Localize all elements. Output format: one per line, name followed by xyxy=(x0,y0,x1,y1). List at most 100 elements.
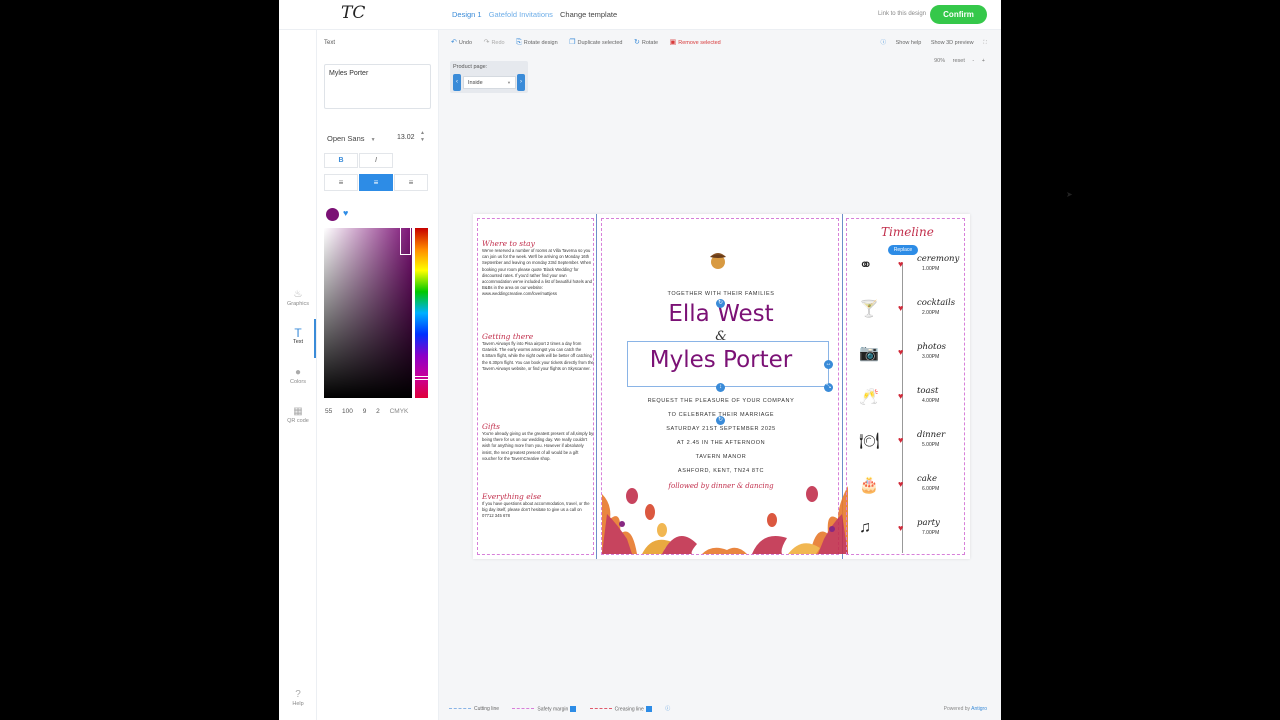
text-input[interactable]: Myles Porter xyxy=(324,64,431,109)
color-picker-cursor[interactable] xyxy=(400,226,411,255)
link-to-design[interactable]: Link to this design xyxy=(878,11,926,17)
autumn-leaves-illustration[interactable] xyxy=(602,464,848,554)
rail-graphics[interactable]: ♨ Graphics xyxy=(279,289,317,307)
rail-help[interactable]: ? Help xyxy=(279,689,317,707)
zoom-out-icon[interactable]: - xyxy=(972,58,974,64)
right-panel[interactable]: Timeline Replace ⚭ ♥ ceremony 1.00PM 🍸 ♥… xyxy=(846,218,965,555)
duplicate-button[interactable]: ❐ Duplicate selected xyxy=(569,38,622,46)
safety-margin-toggle[interactable]: Safety margin xyxy=(512,705,577,712)
key-value[interactable]: 2 xyxy=(376,408,380,415)
section-where-to-stay[interactable]: Where to stay We've reserved a number of… xyxy=(482,239,594,298)
section-everything-else[interactable]: Everything else If you have questions ab… xyxy=(482,492,594,520)
replace-button[interactable]: Replace xyxy=(888,245,918,255)
timeline-event[interactable]: 🎂 ♥ cake 6.00PM xyxy=(847,474,966,515)
font-select[interactable]: Open Sans ▼ xyxy=(327,134,435,143)
next-page-button[interactable]: › xyxy=(517,74,525,91)
zoom-in-icon[interactable]: + xyxy=(982,58,985,64)
timeline-event[interactable]: ♫ ♥ party 7.00PM xyxy=(847,518,966,559)
yellow-value[interactable]: 9 xyxy=(363,408,367,415)
timeline-event[interactable]: 📷 ♥ photos 3.00PM xyxy=(847,342,966,383)
align-left-button[interactable]: ≡ xyxy=(324,174,358,191)
scale-handle-icon[interactable]: ⤡ xyxy=(824,383,833,392)
remove-button[interactable]: ▣ Remove selected xyxy=(670,38,721,46)
product-page-value: Inside xyxy=(468,80,483,86)
resize-width-handle-icon[interactable]: ↔ xyxy=(824,360,833,369)
zoom-reset[interactable]: reset xyxy=(953,58,965,64)
magenta-value[interactable]: 100 xyxy=(342,408,353,415)
crumb-product[interactable]: Gatefold Invitations xyxy=(489,10,553,19)
timeline-event[interactable]: ⚭ ♥ ceremony 1.00PM xyxy=(847,254,966,295)
heart-icon[interactable]: ♥ xyxy=(343,208,348,218)
plate-icon: 🍽 xyxy=(859,433,880,450)
change-template-link[interactable]: Change template xyxy=(560,10,617,19)
flame-icon: ♨ xyxy=(293,289,303,300)
rail-text[interactable]: T Text xyxy=(279,327,317,345)
rotate-icon: ↻ xyxy=(633,39,640,46)
center-panel[interactable]: TOGETHER WITH THEIR FAMILIES Ella West &… xyxy=(601,218,848,555)
crumb-design[interactable]: Design 1 xyxy=(452,10,482,19)
redo-label: Redo xyxy=(491,40,505,46)
rail-qr[interactable]: ▦ QR code xyxy=(279,406,317,424)
selection-box[interactable] xyxy=(627,341,829,387)
product-page-select[interactable]: Inside ▼ xyxy=(463,76,516,89)
checkbox-icon[interactable] xyxy=(645,705,652,712)
checkbox-icon[interactable] xyxy=(570,705,577,712)
timeline-title[interactable]: Timeline xyxy=(881,225,934,239)
creasing-line-swatch xyxy=(589,708,612,710)
left-panel[interactable]: Where to stay We've reserved a number of… xyxy=(477,218,594,555)
hue-slider-handle[interactable] xyxy=(414,376,429,380)
timeline-event[interactable]: 🥂 ♥ toast 4.00PM xyxy=(847,386,966,427)
confirm-button[interactable]: Confirm xyxy=(930,5,987,24)
acorn-icon[interactable] xyxy=(706,247,730,271)
align-right-button[interactable]: ≡ xyxy=(394,174,428,191)
show-help-button[interactable]: ⓘ Show help xyxy=(873,40,922,46)
invitation-canvas[interactable]: Where to stay We've reserved a number of… xyxy=(473,214,970,559)
view-toolbar: ⓘ Show help Show 3D preview ⛶ xyxy=(865,38,987,47)
current-color-swatch[interactable] xyxy=(326,208,339,221)
bold-button[interactable]: B xyxy=(324,153,358,168)
event-time: 7.00PM xyxy=(922,530,940,536)
guide-legend: Cutting line Safety margin Creasing line… xyxy=(449,705,682,712)
powered-by-link[interactable]: Antigro xyxy=(971,706,987,712)
fold-line-left xyxy=(596,214,597,559)
text-icon: T xyxy=(294,326,302,340)
rail-colors[interactable]: ● Colors xyxy=(279,367,317,385)
cutting-line-legend: Cutting line xyxy=(449,706,499,712)
prev-page-button[interactable]: ‹ xyxy=(453,74,461,91)
info-icon[interactable]: ⓘ xyxy=(665,705,670,712)
section-gifts[interactable]: Gifts You're already giving us the great… xyxy=(482,422,594,462)
rotate-design-icon: ⎘ xyxy=(516,39,522,46)
align-center-button[interactable]: ≡ xyxy=(359,174,393,191)
together-text[interactable]: TOGETHER WITH THEIR FAMILIES xyxy=(602,291,840,297)
event-time: 2.00PM xyxy=(922,310,940,316)
redo-button[interactable]: ↷ Redo xyxy=(484,38,505,46)
section-body: You're already giving us the greatest pr… xyxy=(482,431,594,461)
font-size-input[interactable]: 13.02 xyxy=(397,134,415,141)
brand-logo[interactable]: TC xyxy=(341,3,375,27)
color-picker-area[interactable] xyxy=(324,228,412,398)
italic-button[interactable]: I xyxy=(359,153,393,168)
undo-button[interactable]: ↶ Undo xyxy=(451,38,472,46)
rotate-design-button[interactable]: ⎘ Rotate design xyxy=(516,39,558,47)
rotate-button[interactable]: ↻ Rotate xyxy=(634,38,658,46)
hue-slider[interactable] xyxy=(415,228,428,398)
cocktail-icon: 🍸 xyxy=(859,301,879,318)
camera-icon: 📷 xyxy=(859,345,879,362)
timeline-event[interactable]: 🍽 ♥ dinner 5.00PM xyxy=(847,430,966,471)
creasing-line-toggle[interactable]: Creasing line xyxy=(589,705,652,712)
cyan-value[interactable]: 55 xyxy=(325,408,332,415)
properties-panel: Text Myles Porter Open Sans ▼ 13.02 ▲ ▼ B… xyxy=(317,30,439,720)
show-3d-button[interactable]: Show 3D preview xyxy=(931,40,974,46)
section-getting-there[interactable]: Getting there Tavern Airways fly into Pi… xyxy=(482,332,594,372)
fullscreen-icon[interactable]: ⛶ xyxy=(983,40,987,46)
section-heading: Where to stay xyxy=(482,239,535,248)
event-time: 5.00PM xyxy=(922,442,940,448)
font-size-stepper[interactable]: ▲ ▼ xyxy=(420,130,428,146)
move-handle-icon[interactable]: ↕ xyxy=(716,383,725,392)
cake-icon: 🎂 xyxy=(859,477,879,494)
rotate-handle-icon[interactable]: ↻ xyxy=(716,299,725,308)
event-time: 3.00PM xyxy=(922,354,940,360)
timeline-event[interactable]: 🍸 ♥ cocktails 2.00PM xyxy=(847,298,966,339)
event-time: 1.00PM xyxy=(922,266,940,272)
cutting-line-swatch xyxy=(449,708,471,710)
